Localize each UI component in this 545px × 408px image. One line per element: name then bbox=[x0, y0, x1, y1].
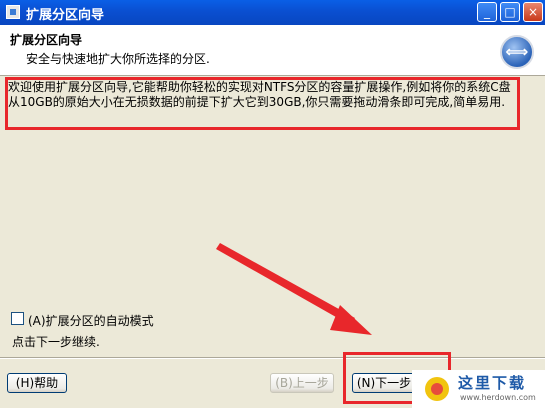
continue-hint: 点击下一步继续. bbox=[12, 335, 100, 349]
auto-mode-label[interactable]: (A)扩展分区的自动模式 bbox=[28, 312, 154, 329]
watermark-url: www.herdown.com bbox=[460, 393, 536, 402]
footer-divider bbox=[0, 357, 545, 359]
watermark: 这里下载 www.herdown.com bbox=[412, 370, 545, 408]
help-button[interactable]: (H)帮助 bbox=[7, 373, 67, 393]
auto-mode-checkbox[interactable] bbox=[11, 312, 24, 325]
watermark-text: 这里下载 bbox=[458, 374, 527, 392]
watermark-logo-icon bbox=[425, 377, 449, 401]
back-button[interactable]: (B)上一步 bbox=[270, 373, 334, 393]
wizard-window: 扩展分区向导 _ □ × 扩展分区向导 安全与快速地扩大你所选择的分区. ⟺ 欢… bbox=[0, 0, 545, 408]
